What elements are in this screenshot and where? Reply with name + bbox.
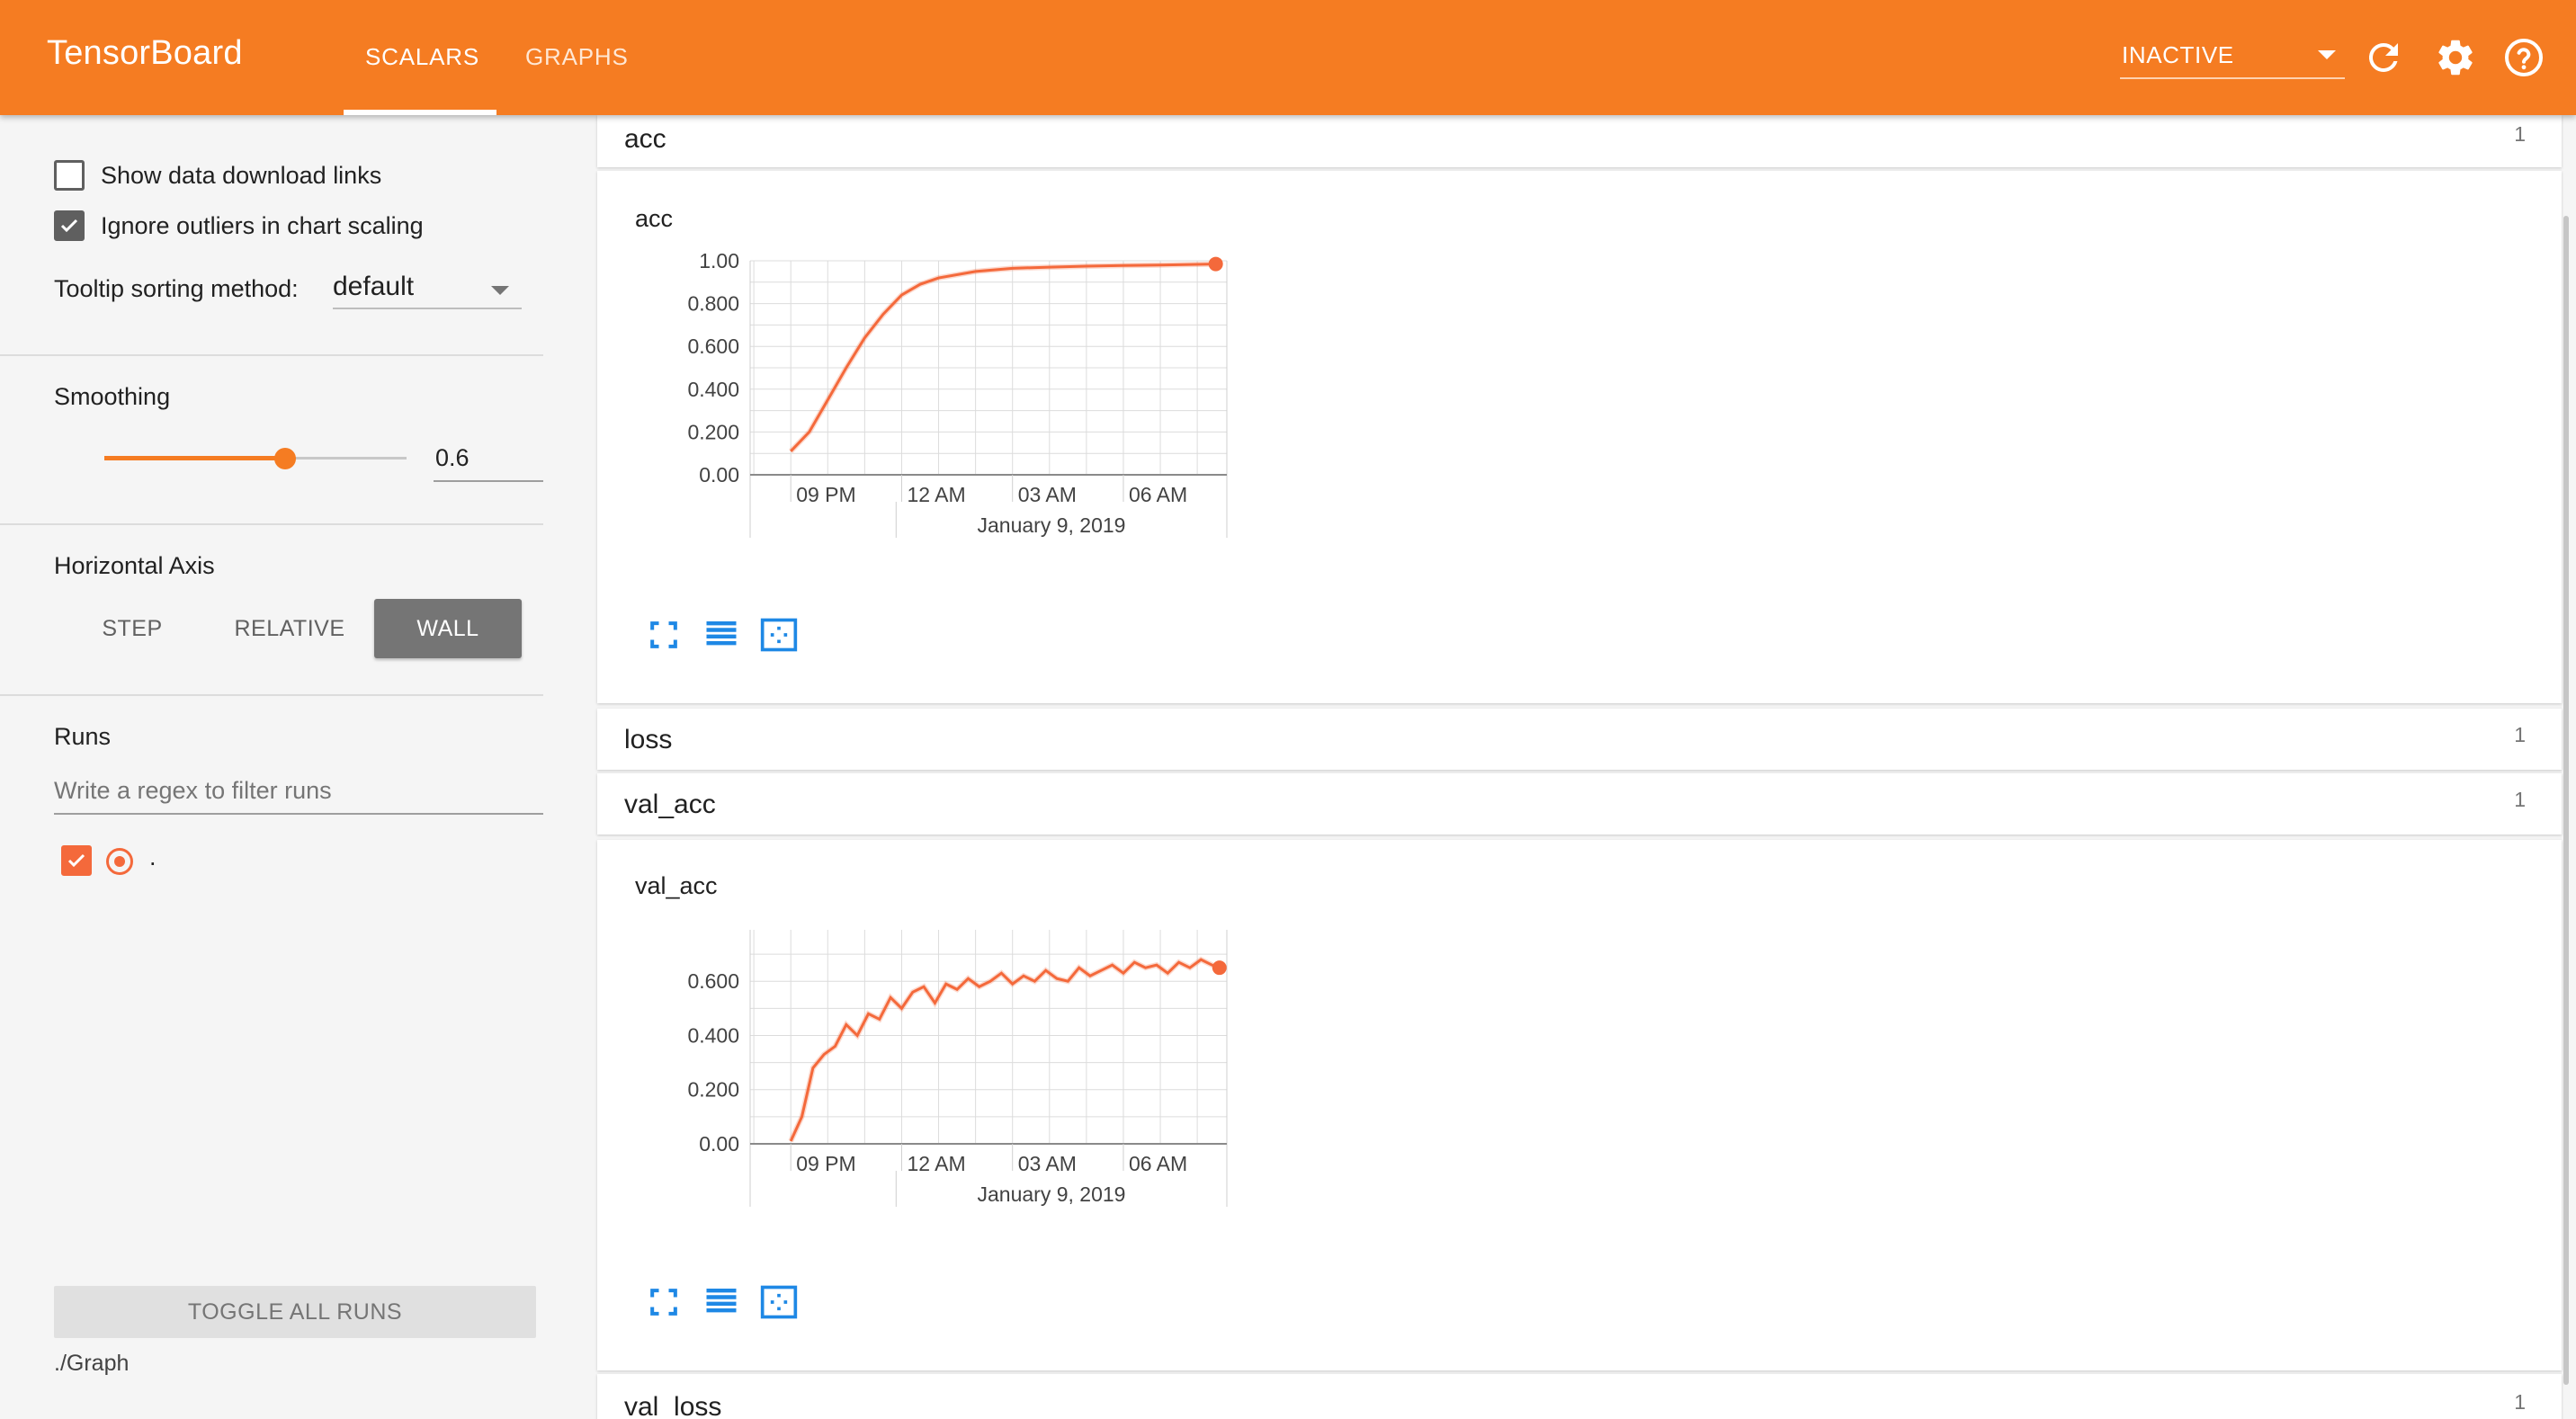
y-tick-label: 0.600: [687, 335, 739, 358]
y-tick-label: 0.400: [687, 378, 739, 401]
fullscreen-icon[interactable]: [644, 1282, 702, 1322]
group-header-loss[interactable]: loss 1: [597, 709, 2562, 770]
data-table-icon[interactable]: [702, 1282, 759, 1322]
toggle-all-runs-button[interactable]: TOGGLE ALL RUNS: [54, 1286, 536, 1338]
smoothing-value: 0.6: [435, 444, 470, 471]
show-download-links-checkbox[interactable]: [54, 160, 85, 191]
divider: [0, 694, 543, 696]
group-count: 1: [2514, 723, 2526, 746]
fit-domain-icon[interactable]: [759, 615, 817, 655]
check-icon: [67, 853, 85, 868]
group-header-val-acc[interactable]: val_acc 1: [597, 773, 2562, 834]
group-count: 1: [2514, 1390, 2526, 1414]
tooltip-sorting-value: default: [333, 272, 415, 301]
series-line: [789, 958, 1221, 1142]
plot-area: 0.00 0.200 0.400 0.600 0.800 1.00 09 PM 12 AM 03…: [687, 249, 1228, 538]
y-tick-label: 0.00: [699, 1132, 739, 1156]
plot-area: 0.00 0.200 0.400 0.600 09 PM 12 AM 03 AM 06 AMJ…: [687, 930, 1228, 1207]
scrollbar[interactable]: [2563, 216, 2569, 1385]
smoothing-title: Smoothing: [54, 383, 171, 410]
group-header-val-loss[interactable]: val_loss 1: [597, 1374, 2562, 1419]
group-title: loss: [624, 725, 673, 754]
x-tick-label: 03 AM: [1018, 1152, 1077, 1175]
chart-card-acc: acc 0.00 0.200 0.400 0.600 0.800 1.00 09 PM 12 …: [597, 171, 2562, 703]
tab-scalars[interactable]: SCALARS: [365, 43, 479, 71]
check-icon: [60, 219, 78, 233]
refresh-icon[interactable]: [2362, 36, 2405, 79]
runs-filter-placeholder: Write a regex to filter runs: [54, 777, 332, 804]
x-date-label: January 9, 2019: [978, 1182, 1126, 1206]
group-title: acc: [624, 124, 666, 154]
x-tick-label: 03 AM: [1018, 483, 1077, 506]
tooltip-sorting-dropdown[interactable]: default: [333, 266, 522, 309]
divider: [0, 523, 543, 525]
show-download-links-label: Show data download links: [101, 162, 382, 189]
main-content: acc 1 acc 0.00 0.200 0.400 0.600 0.800 1.00 09…: [597, 115, 2562, 1419]
series-raw-line: [789, 261, 1216, 453]
runs-filter-input[interactable]: Write a regex to filter runs: [54, 770, 543, 815]
chart-card-val-acc: val_acc 0.00 0.200 0.400 0.600 09 PM 12 AM 03 …: [597, 840, 2562, 1370]
reload-status-select[interactable]: INACTIVE: [2120, 36, 2345, 79]
chart-title: val_acc: [635, 872, 718, 899]
app-title: TensorBoard: [47, 34, 243, 72]
ignore-outliers-label: Ignore outliers in chart scaling: [101, 212, 424, 239]
horizontal-axis-title: Horizontal Axis: [54, 552, 215, 579]
ignore-outliers-checkbox[interactable]: [54, 210, 85, 241]
smoothing-slider-handle[interactable]: [274, 448, 296, 469]
reload-status-value: INACTIVE: [2122, 41, 2234, 68]
series-raw-line: [788, 956, 1221, 1143]
help-icon[interactable]: [2502, 36, 2545, 79]
active-tab-indicator: [344, 110, 496, 115]
chevron-down-icon: [2318, 50, 2336, 59]
x-tick-label: 09 PM: [796, 483, 855, 506]
run-color-radio[interactable]: [106, 848, 133, 875]
top-app-bar: TensorBoard SCALARS GRAPHS INACTIVE: [0, 0, 2576, 115]
series-last-point: [1212, 960, 1227, 976]
y-tick-label: 0.200: [687, 420, 739, 443]
group-title: val_loss: [624, 1392, 722, 1419]
chevron-down-icon: [491, 286, 509, 295]
smoothing-slider-fill: [104, 456, 284, 460]
x-date-label: January 9, 2019: [978, 513, 1126, 537]
y-tick-label: 0.800: [687, 292, 739, 316]
acc-chart[interactable]: 0.00 0.200 0.400 0.600 0.800 1.00 09 PM 12 AM 03…: [597, 243, 1245, 620]
run-checkbox[interactable]: [61, 845, 92, 876]
x-tick-label: 06 AM: [1129, 1152, 1187, 1175]
fit-domain-icon[interactable]: [759, 1282, 817, 1322]
x-tick-label: 06 AM: [1129, 483, 1187, 506]
log-directory-label: ./Graph: [54, 1351, 130, 1376]
run-name: .: [149, 843, 157, 870]
y-tick-label: 0.00: [699, 463, 739, 486]
fullscreen-icon[interactable]: [644, 615, 702, 655]
chart-title: acc: [635, 205, 674, 232]
group-title: val_acc: [624, 790, 716, 819]
x-tick-label: 12 AM: [907, 1152, 965, 1175]
val-acc-chart[interactable]: 0.00 0.200 0.400 0.600 09 PM 12 AM 03 AM 06 AMJ…: [597, 912, 1245, 1290]
axis-step-button[interactable]: STEP: [81, 599, 183, 658]
divider: [0, 354, 543, 356]
tooltip-sorting-label: Tooltip sorting method:: [54, 275, 299, 302]
tab-graphs[interactable]: GRAPHS: [525, 43, 629, 71]
y-tick-label: 0.200: [687, 1078, 739, 1102]
smoothing-input[interactable]: 0.6: [434, 439, 543, 482]
x-tick-label: 12 AM: [907, 483, 965, 506]
x-tick-label: 09 PM: [796, 1152, 855, 1175]
chart-toolbar: [644, 615, 817, 655]
y-tick-label: 1.00: [699, 249, 739, 272]
gear-icon[interactable]: [2434, 36, 2477, 79]
axis-relative-button[interactable]: RELATIVE: [221, 599, 358, 658]
y-tick-label: 0.600: [687, 969, 739, 993]
group-count: 1: [2514, 788, 2526, 811]
data-table-icon[interactable]: [702, 615, 759, 655]
group-header-acc[interactable]: acc 1: [597, 115, 2562, 167]
axis-wall-button[interactable]: WALL: [374, 599, 522, 658]
group-count: 1: [2514, 122, 2526, 146]
series-last-point: [1208, 256, 1223, 272]
y-tick-label: 0.400: [687, 1023, 739, 1047]
chart-toolbar: [644, 1282, 817, 1322]
sidebar: Show data download links Ignore outliers…: [0, 115, 543, 1419]
runs-title: Runs: [54, 723, 112, 750]
